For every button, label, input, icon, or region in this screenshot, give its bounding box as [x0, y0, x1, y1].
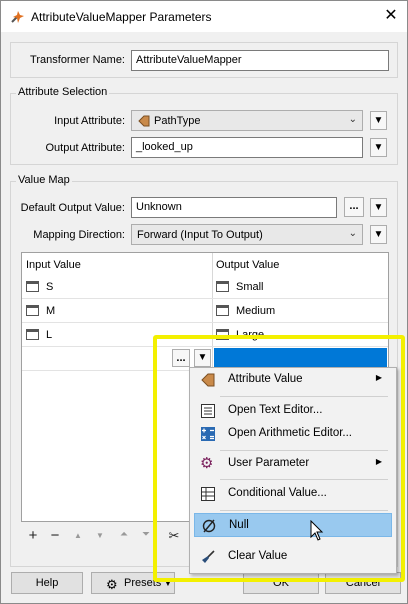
- menu-item-label: Conditional Value...: [228, 487, 327, 499]
- column-header-input[interactable]: Input Value: [26, 259, 81, 271]
- chevron-down-icon: ⌄: [348, 228, 357, 239]
- input-attribute-label: Input Attribute:: [54, 115, 125, 127]
- menu-separator: [220, 450, 388, 451]
- menu-item-label: Open Text Editor...: [228, 404, 323, 416]
- move-up-button[interactable]: ▲: [71, 531, 85, 540]
- menu-item-clear-value[interactable]: Clear Value: [194, 545, 392, 569]
- column-header-output[interactable]: Output Value: [216, 259, 279, 271]
- mapping-direction-value: Forward (Input To Output): [137, 229, 263, 241]
- chevron-down-icon: ⌄: [348, 114, 357, 125]
- menu-item-attribute-value[interactable]: Attribute Value ▶: [194, 368, 392, 392]
- text-value-icon: [26, 281, 39, 292]
- broom-icon: [202, 550, 215, 563]
- mapping-direction-label: Mapping Direction:: [33, 229, 125, 241]
- menu-item-label: Attribute Value: [228, 373, 303, 385]
- value-map-legend: Value Map: [16, 174, 72, 186]
- transformer-icon: [11, 11, 24, 23]
- table-row[interactable]: M Medium: [22, 299, 388, 323]
- output-value-cell[interactable]: Medium: [236, 305, 275, 317]
- menu-item-open-text-editor[interactable]: Open Text Editor...: [194, 399, 392, 423]
- menu-separator: [220, 510, 388, 511]
- mapping-direction-menu-button[interactable]: ▼: [370, 225, 387, 244]
- text-value-icon: [26, 329, 39, 340]
- null-icon: [202, 519, 216, 533]
- default-output-editor-button[interactable]: ...: [344, 197, 364, 217]
- input-value-cell[interactable]: S: [46, 281, 53, 293]
- help-button[interactable]: Help: [11, 572, 83, 594]
- input-attribute-select[interactable]: PathType ⌄: [131, 110, 363, 131]
- close-button[interactable]: ✕: [378, 4, 404, 28]
- transformer-name-field[interactable]: AttributeValueMapper: [131, 50, 389, 71]
- gear-icon: ⚙: [200, 455, 214, 472]
- input-value-cell[interactable]: M: [46, 305, 55, 317]
- menu-item-label: User Parameter: [228, 457, 310, 469]
- title-bar: AttributeValueMapper Parameters ✕: [1, 1, 407, 32]
- move-top-button[interactable]: ⏶: [117, 529, 131, 540]
- text-value-icon: [216, 305, 229, 316]
- submenu-arrow-icon: ▶: [375, 373, 382, 382]
- input-attribute-value: PathType: [154, 115, 201, 127]
- window-title: AttributeValueMapper Parameters: [31, 10, 212, 24]
- attribute-icon: [201, 373, 215, 387]
- mouse-cursor-icon: [310, 520, 324, 541]
- move-bottom-button[interactable]: ⏷: [139, 529, 153, 540]
- text-value-icon: [216, 281, 229, 292]
- menu-item-open-arithmetic-editor[interactable]: Open Arithmetic Editor...: [194, 422, 392, 446]
- gear-icon: ⚙: [106, 577, 118, 592]
- table-row[interactable]: S Small: [22, 275, 388, 299]
- text-editor-icon: [201, 404, 215, 418]
- text-value-icon: [26, 305, 39, 316]
- transformer-name-label: Transformer Name:: [30, 54, 125, 66]
- input-attribute-menu-button[interactable]: ▼: [370, 111, 387, 130]
- default-output-field[interactable]: Unknown: [131, 197, 337, 218]
- input-value-cell[interactable]: L: [46, 329, 52, 341]
- value-context-menu: Attribute Value ▶ Open Text Editor... Op…: [189, 367, 397, 574]
- mapping-direction-select[interactable]: Forward (Input To Output) ⌄: [131, 224, 363, 245]
- menu-item-null[interactable]: Null: [194, 513, 392, 537]
- attribute-selection-legend: Attribute Selection: [16, 86, 110, 98]
- menu-item-conditional-value[interactable]: Conditional Value...: [194, 482, 392, 506]
- menu-separator: [220, 396, 388, 397]
- menu-item-user-parameter[interactable]: ⚙ User Parameter ▶: [194, 452, 392, 476]
- add-row-button[interactable]: +: [25, 527, 41, 544]
- submenu-arrow-icon: ▶: [375, 457, 382, 466]
- output-attribute-label: Output Attribute:: [45, 142, 126, 154]
- menu-separator: [220, 479, 388, 480]
- arithmetic-editor-icon: [201, 427, 215, 441]
- output-attribute-field[interactable]: _looked_up: [131, 137, 363, 158]
- dialog-window: AttributeValueMapper Parameters ✕ Transf…: [0, 0, 408, 604]
- menu-item-label: Null: [229, 519, 249, 531]
- output-attribute-menu-button[interactable]: ▼: [370, 138, 387, 157]
- menu-item-label: Clear Value: [228, 550, 288, 562]
- output-value-cell[interactable]: Small: [236, 281, 264, 293]
- default-output-label: Default Output Value:: [20, 202, 125, 214]
- default-output-menu-button[interactable]: ▼: [370, 198, 387, 217]
- move-down-button[interactable]: ▼: [93, 531, 107, 540]
- attribute-icon: [138, 115, 150, 127]
- menu-item-label: Open Arithmetic Editor...: [228, 427, 353, 439]
- table-icon: [201, 487, 215, 501]
- remove-row-button[interactable]: −: [47, 527, 63, 544]
